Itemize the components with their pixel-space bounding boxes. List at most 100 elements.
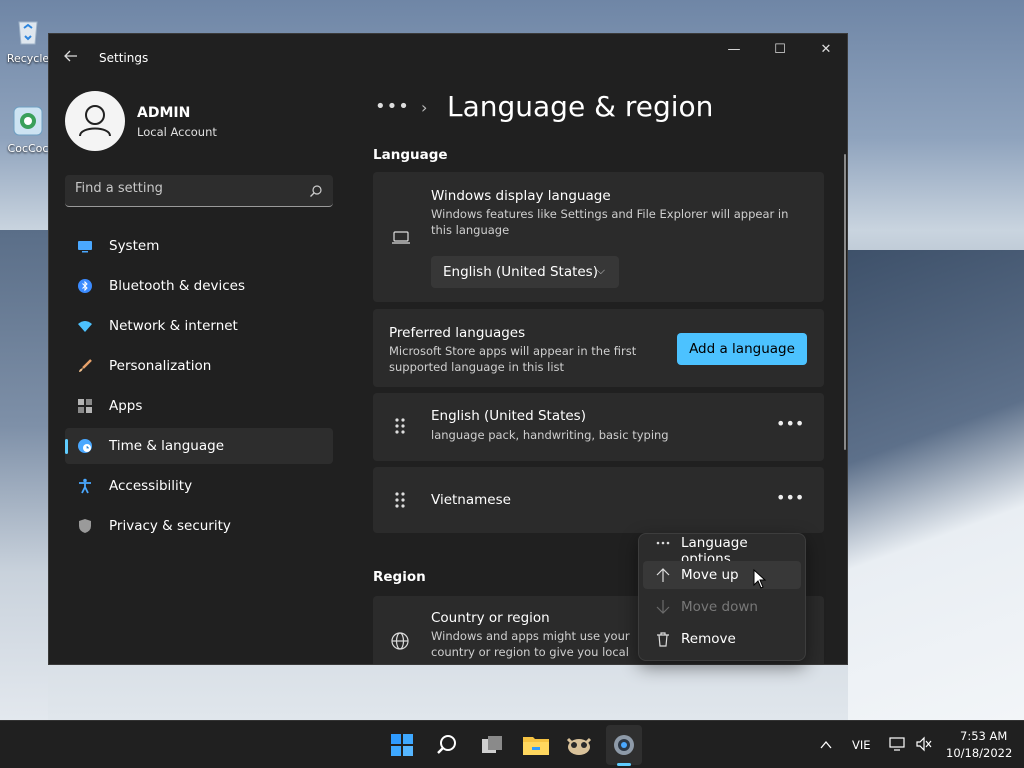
drag-handle-icon[interactable] [395, 417, 405, 439]
menu-item-move-up[interactable]: Move up [643, 561, 801, 589]
sidebar-item-label: Personalization [109, 358, 212, 374]
file-explorer-button[interactable] [520, 729, 552, 761]
sidebar-item-network[interactable]: Network & internet [65, 308, 333, 344]
search-input[interactable] [75, 181, 295, 196]
drag-handle-icon[interactable] [395, 491, 405, 513]
coccoc-browser-button[interactable] [563, 729, 595, 761]
menu-item-remove[interactable]: Remove [643, 625, 801, 653]
sidebar-nav: System Bluetooth & devices Network & int… [65, 228, 333, 548]
desktop-wallpaper-left [0, 230, 48, 720]
profile-name: ADMIN [137, 105, 191, 121]
minimize-button[interactable]: — [711, 34, 757, 66]
volume-muted-icon[interactable] [915, 736, 933, 756]
coccoc-icon [11, 104, 45, 138]
add-language-button[interactable]: Add a language [677, 333, 807, 365]
shield-icon [77, 518, 93, 534]
active-app-indicator [617, 763, 631, 766]
page-title: Language & region [447, 90, 714, 123]
maximize-button[interactable]: ☐ [757, 34, 803, 66]
settings-icon [614, 735, 634, 755]
sidebar-item-label: Bluetooth & devices [109, 278, 246, 294]
task-view-icon [482, 736, 502, 753]
sidebar-item-label: Network & internet [109, 318, 238, 334]
search-box[interactable] [65, 175, 333, 207]
sidebar-item-time-language[interactable]: Time & language [65, 428, 333, 464]
clock-date[interactable]: 10/18/2022 [946, 746, 1012, 760]
wifi-icon [77, 318, 93, 334]
breadcrumb-chevron-icon: › [421, 98, 428, 117]
recycle-bin-desktop-icon[interactable]: Recycle [4, 14, 52, 65]
globe-icon [391, 632, 409, 654]
back-button[interactable] [63, 48, 83, 68]
start-icon [391, 734, 413, 756]
menu-item-label: Remove [681, 631, 736, 647]
language-name: Vietnamese [431, 492, 511, 508]
tray-overflow-chevron-icon[interactable] [819, 737, 833, 756]
file-explorer-icon [523, 737, 549, 755]
coccoc-label: CocCoc [7, 142, 49, 155]
clock-time[interactable]: 7:53 AM [960, 729, 1007, 743]
avatar[interactable] [65, 91, 125, 151]
trash-icon [655, 631, 671, 647]
recycle-bin-label: Recycle [6, 52, 50, 65]
scrollbar[interactable] [844, 154, 846, 450]
language-details: language pack, handwriting, basic typing [431, 428, 669, 442]
selection-indicator [65, 439, 68, 454]
arrow-down-icon [655, 599, 671, 615]
apps-icon [77, 398, 93, 414]
title-bar: Settings — ☐ ✕ [49, 34, 847, 82]
arrow-left-icon [64, 50, 77, 62]
menu-item-move-down[interactable]: Move down [643, 593, 801, 621]
section-heading-language: Language [373, 147, 448, 163]
window-title: Settings [99, 51, 149, 65]
section-heading-region: Region [373, 569, 426, 585]
brush-icon [77, 358, 93, 374]
sidebar-item-label: Apps [109, 398, 143, 414]
sidebar-item-apps[interactable]: Apps [65, 388, 333, 424]
coccoc-browser-icon [566, 737, 592, 755]
sidebar-item-label: Time & language [109, 438, 225, 454]
sidebar-item-personalization[interactable]: Personalization [65, 348, 333, 384]
more-options-button[interactable]: ••• [776, 489, 804, 513]
sidebar-item-accessibility[interactable]: Accessibility [65, 468, 333, 504]
sidebar-item-bluetooth[interactable]: Bluetooth & devices [65, 268, 333, 304]
sidebar-item-privacy[interactable]: Privacy & security [65, 508, 333, 544]
taskbar-search-button[interactable] [431, 729, 463, 761]
preferred-languages-card: Preferred languages Microsoft Store apps… [373, 309, 824, 387]
dropdown-value: English (United States) [443, 264, 598, 280]
mouse-cursor-icon [753, 568, 767, 593]
language-name: English (United States) [431, 408, 586, 424]
menu-item-label: Move down [681, 599, 758, 615]
sidebar-item-label: Privacy & security [109, 518, 231, 534]
more-options-button[interactable]: ••• [776, 415, 804, 439]
display-language-card: Windows display language Windows feature… [373, 172, 824, 302]
sidebar-item-system[interactable]: System [65, 228, 333, 264]
input-language-indicator[interactable]: VIE [852, 738, 871, 752]
sidebar-item-label: System [109, 238, 160, 254]
sidebar-item-label: Accessibility [109, 478, 193, 494]
coccoc-desktop-icon[interactable]: CocCoc [4, 104, 52, 155]
display-language-dropdown[interactable]: English (United States) ⌵ [431, 256, 619, 288]
close-button[interactable]: ✕ [803, 34, 847, 66]
display-language-title: Windows display language [431, 188, 611, 204]
language-context-menu: Language options Move up Move down Remov… [638, 533, 806, 661]
breadcrumb-overflow-button[interactable]: ••• [375, 96, 410, 117]
country-region-subtitle: Windows and apps might use your country … [431, 629, 630, 659]
preferred-languages-title: Preferred languages [389, 325, 526, 341]
accessibility-icon [77, 478, 93, 494]
chevron-down-icon: ⌵ [596, 264, 605, 277]
language-row[interactable]: Vietnamese ••• [373, 467, 824, 533]
profile-account-type: Local Account [137, 125, 217, 139]
country-region-title: Country or region [431, 610, 550, 626]
network-icon[interactable] [889, 736, 907, 756]
search-icon[interactable] [309, 183, 323, 202]
settings-taskbar-button[interactable] [608, 729, 640, 761]
more-icon [655, 535, 671, 551]
menu-item-language-options[interactable]: Language options [643, 529, 801, 567]
display-language-subtitle: Windows features like Settings and File … [431, 207, 789, 237]
task-view-button[interactable] [476, 729, 508, 761]
laptop-icon [391, 230, 411, 250]
language-row[interactable]: English (United States) language pack, h… [373, 393, 824, 461]
taskbar: VIE 7:53 AM 10/18/2022 [0, 720, 1024, 768]
start-button[interactable] [386, 729, 418, 761]
